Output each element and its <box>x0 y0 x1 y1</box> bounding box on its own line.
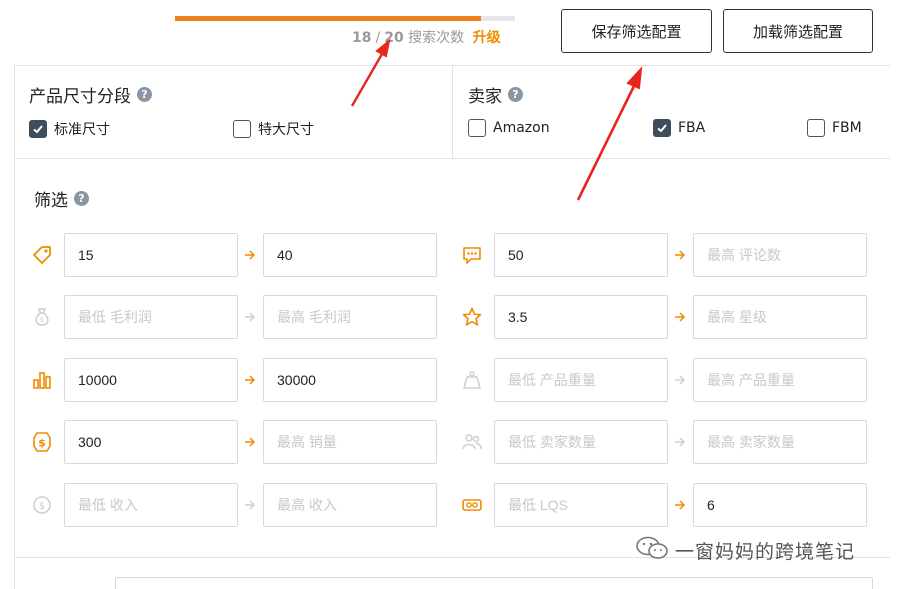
help-icon[interactable]: ? <box>137 87 152 102</box>
arrow-right-icon <box>243 373 257 387</box>
help-icon[interactable]: ? <box>508 87 523 102</box>
arrow-right-icon <box>673 310 687 324</box>
checkbox-label: FBM <box>832 120 862 136</box>
divider-filters <box>14 158 890 159</box>
checkbox-label: Amazon <box>493 120 550 136</box>
upgrade-link[interactable]: 升级 <box>473 30 501 46</box>
divider-left-edge <box>14 65 15 158</box>
lqs-max-input[interactable] <box>693 483 867 527</box>
weight-max-input[interactable] <box>693 358 867 402</box>
svg-text:$: $ <box>38 437 46 450</box>
dollar-badge-icon: $ <box>30 430 54 454</box>
svg-text:$: $ <box>40 316 44 324</box>
arrow-right-icon <box>243 248 257 262</box>
net-margin-min-input[interactable] <box>64 295 238 339</box>
seller-title: 卖家 <box>468 87 502 107</box>
price-tag-icon <box>30 243 54 267</box>
help-icon[interactable]: ? <box>74 191 89 206</box>
reviews-min-input[interactable] <box>494 233 668 277</box>
arrow-right-icon <box>673 498 687 512</box>
sellers-min-input[interactable] <box>494 420 668 464</box>
seller-title-row: 卖家 ? <box>468 82 523 107</box>
checkbox-label: FBA <box>678 120 706 136</box>
weight-min-input[interactable] <box>494 358 668 402</box>
net-margin-max-input[interactable] <box>263 295 437 339</box>
revenue-max-input[interactable] <box>263 483 437 527</box>
annotation-arrow-usage <box>350 38 391 107</box>
lqs-min-input[interactable] <box>494 483 668 527</box>
lqs-icon <box>460 493 484 517</box>
reviews-max-input[interactable] <box>693 233 867 277</box>
rank-max-input[interactable] <box>263 358 437 402</box>
checkbox-amazon[interactable]: Amazon <box>468 119 550 137</box>
weight-icon <box>460 368 484 392</box>
searches-used: 18 <box>352 30 372 46</box>
sellers-icon <box>460 430 484 454</box>
checkbox-label: 标准尺寸 <box>54 122 110 138</box>
checkbox-oversize[interactable]: 特大尺寸 <box>233 119 314 139</box>
rank-min-input[interactable] <box>64 358 238 402</box>
divider-middle <box>452 65 453 158</box>
checkbox-box[interactable] <box>807 119 825 137</box>
save-filter-config-button[interactable]: 保存筛选配置 <box>561 9 712 53</box>
checkbox-box[interactable] <box>233 120 251 138</box>
money-bag-icon: $ <box>30 305 54 329</box>
price-min-input[interactable] <box>64 233 238 277</box>
arrow-right-icon <box>243 498 257 512</box>
dollar-coin-icon: $ <box>30 493 54 517</box>
arrow-right-icon <box>243 310 257 324</box>
arrow-right-icon <box>673 435 687 449</box>
watermark-text: 一窗妈妈的跨境笔记 <box>675 541 856 563</box>
divider-left-edge-lower <box>14 158 15 589</box>
search-usage-text: 18/20 搜索次数 升级 <box>352 27 501 47</box>
arrow-right-icon <box>243 435 257 449</box>
filters-title-row: 筛选 ? <box>34 186 89 211</box>
bar-chart-icon <box>30 368 54 392</box>
load-filter-config-button[interactable]: 加载筛选配置 <box>723 9 873 53</box>
checkbox-box[interactable] <box>468 119 486 137</box>
checkbox-fbm[interactable]: FBM <box>807 119 862 137</box>
revenue-min-input[interactable] <box>64 483 238 527</box>
size-tier-title: 产品尺寸分段 <box>29 87 131 107</box>
sales-min-input[interactable] <box>64 420 238 464</box>
watermark: 一窗妈妈的跨境笔记 <box>635 535 855 566</box>
searches-separator: / <box>375 30 381 46</box>
wechat-icon <box>635 535 669 566</box>
comment-icon <box>460 243 484 267</box>
arrow-right-icon <box>673 373 687 387</box>
rating-max-input[interactable] <box>693 295 867 339</box>
filters-title: 筛选 <box>34 191 68 211</box>
annotation-arrow-buttons <box>576 66 643 201</box>
rating-min-input[interactable] <box>494 295 668 339</box>
checkbox-label: 特大尺寸 <box>258 122 314 138</box>
checkbox-standard-size[interactable]: 标准尺寸 <box>29 119 110 139</box>
bottom-row-label <box>34 583 64 589</box>
search-usage-progress-fill <box>175 16 481 21</box>
size-tier-title-row: 产品尺寸分段 ? <box>29 82 152 107</box>
sellers-max-input[interactable] <box>693 420 867 464</box>
checkbox-box[interactable] <box>29 120 47 138</box>
star-icon <box>460 305 484 329</box>
search-usage-progress <box>175 16 515 21</box>
checkbox-box[interactable] <box>653 119 671 137</box>
searches-total: 20 <box>384 30 404 46</box>
checkbox-fba[interactable]: FBA <box>653 119 705 137</box>
arrow-right-icon <box>673 248 687 262</box>
searches-label: 搜索次数 <box>408 30 465 46</box>
svg-text:$: $ <box>39 501 45 512</box>
sales-max-input[interactable] <box>263 420 437 464</box>
keyword-input[interactable] <box>115 577 873 589</box>
price-max-input[interactable] <box>263 233 437 277</box>
